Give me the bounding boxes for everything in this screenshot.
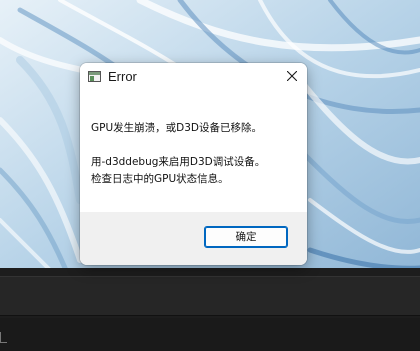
error-message: GPU发生崩溃，或D3D设备已移除。 用-d3ddebug来启用D3D调试设备。… [91, 120, 301, 188]
close-icon [287, 71, 297, 81]
close-button[interactable] [281, 65, 303, 87]
dark-panel-upper [0, 276, 420, 316]
error-dialog: Error GPU发生崩溃，或D3D设备已移除。 用-d3ddebug来启用D3… [80, 63, 307, 265]
message-line-3: 检查日志中的GPU状态信息。 [91, 173, 229, 185]
dark-panel-lower [0, 318, 420, 351]
dialog-footer: 确定 [80, 212, 307, 265]
ok-button[interactable]: 确定 [204, 226, 288, 248]
dialog-title: Error [108, 69, 137, 84]
message-line-2: 用-d3ddebug来启用D3D调试设备。 [91, 156, 266, 168]
window-app-icon [88, 71, 101, 82]
resize-corner-icon [0, 332, 7, 343]
message-line-1: GPU发生崩溃，或D3D设备已移除。 [91, 122, 263, 134]
dialog-titlebar[interactable]: Error [80, 63, 307, 91]
desktop: Error GPU发生崩溃，或D3D设备已移除。 用-d3ddebug来启用D3… [0, 0, 420, 351]
